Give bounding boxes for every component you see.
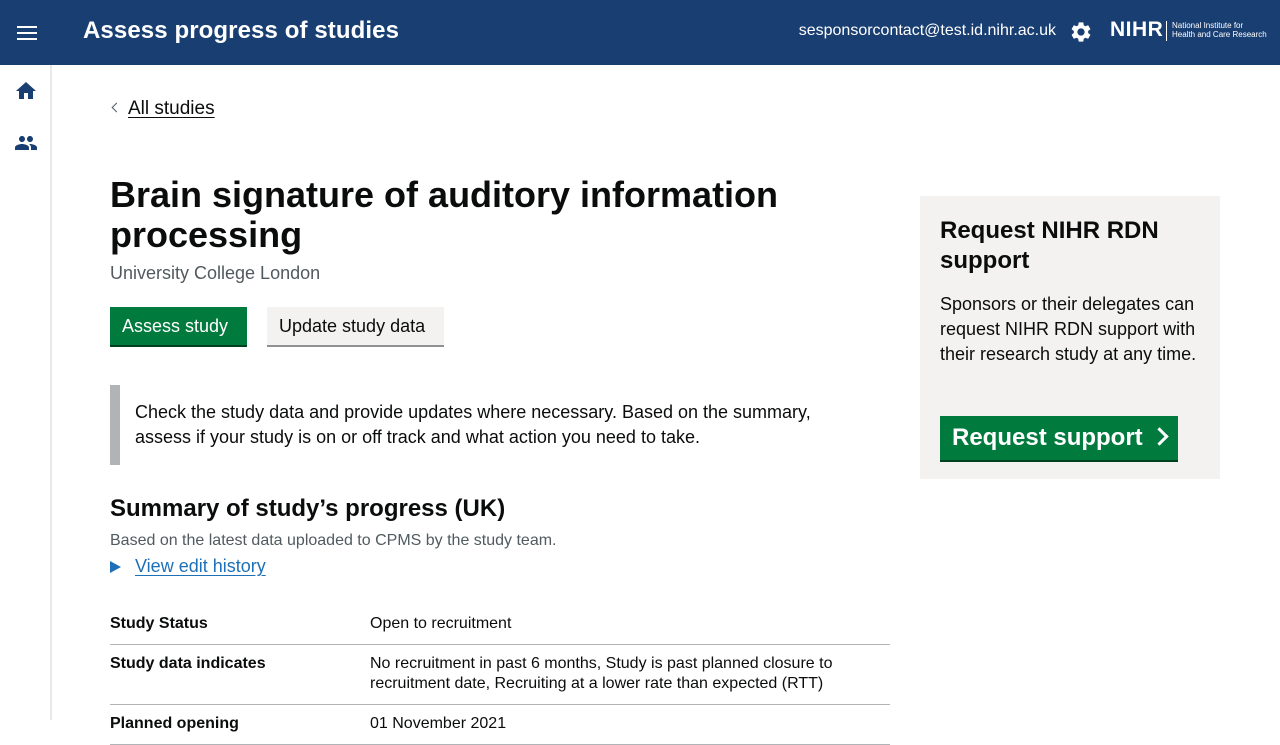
settings-gear-icon[interactable]: [1069, 20, 1093, 44]
request-support-button[interactable]: Request support: [940, 416, 1178, 460]
study-title: Brain signature of auditory information …: [110, 174, 779, 255]
logo-text: NIHR: [1110, 18, 1164, 41]
summary-key: Planned opening: [110, 715, 239, 732]
back-link[interactable]: All studies: [128, 98, 215, 119]
side-navigation: [0, 65, 52, 720]
logo-divider: [1166, 21, 1167, 41]
update-study-data-button[interactable]: Update study data: [267, 307, 444, 345]
request-support-body: Sponsors or their delegates can request …: [940, 294, 1197, 364]
logo-subtitle: National Institute for Health and Care Re…: [1172, 21, 1267, 39]
expand-triangle-icon: [110, 561, 121, 573]
study-organisation: University College London: [110, 263, 321, 283]
summary-value: No recruitment in past 6 months, Study i…: [370, 655, 833, 692]
top-header: Assess progress of studies sesponsorcont…: [0, 0, 1280, 65]
summary-value: 01 November 2021: [370, 715, 507, 732]
request-support-label: Request support: [952, 424, 1143, 451]
summary-row: Study Status Open to recruitment: [110, 605, 890, 645]
view-edit-history-link[interactable]: View edit history: [135, 556, 266, 576]
user-email: sesponsorcontact@test.id.nihr.ac.uk: [798, 22, 1056, 39]
menu-icon[interactable]: [17, 26, 37, 40]
summary-key: Study Status: [110, 615, 208, 632]
request-support-title: Request NIHR RDN support: [940, 217, 1159, 274]
back-link-container: All studies: [110, 98, 215, 120]
inset-text: Check the study data and provide updates…: [110, 385, 870, 465]
summary-title: Summary of study’s progress (UK): [110, 495, 506, 522]
edit-history-details[interactable]: View edit history: [110, 556, 266, 577]
home-icon[interactable]: [14, 79, 38, 103]
users-icon[interactable]: [14, 131, 38, 155]
request-support-panel: Request NIHR RDN support Sponsors or the…: [920, 196, 1220, 479]
summary-row: Study data indicates No recruitment in p…: [110, 645, 890, 705]
summary-subtitle: Based on the latest data uploaded to CPM…: [110, 532, 557, 549]
summary-key: Study data indicates: [110, 655, 266, 672]
app-title[interactable]: Assess progress of studies: [83, 17, 399, 45]
chevron-left-icon: [111, 102, 122, 113]
assess-study-button[interactable]: Assess study: [110, 307, 247, 345]
summary-list: Study Status Open to recruitment Study d…: [110, 605, 890, 745]
summary-row: Planned opening 01 November 2021: [110, 705, 890, 745]
chevron-right-icon: [1149, 427, 1169, 446]
summary-value: Open to recruitment: [370, 615, 512, 632]
